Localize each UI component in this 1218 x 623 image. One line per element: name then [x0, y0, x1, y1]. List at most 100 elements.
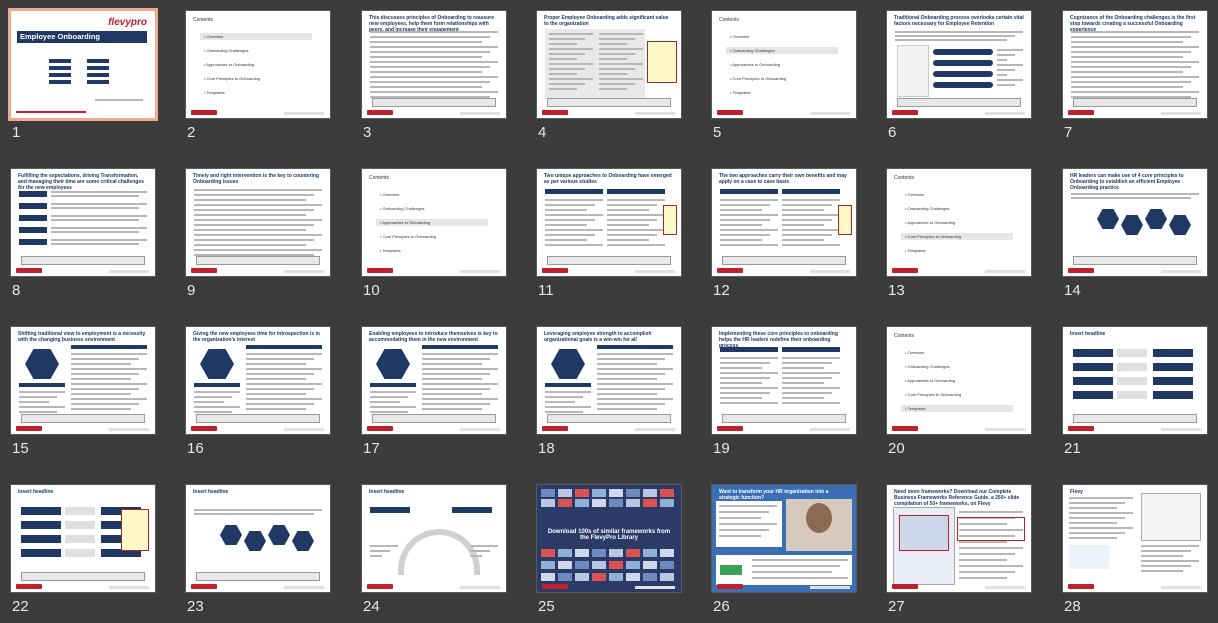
slide-thumbnail-11[interactable]: Two unique approaches to Onboarding have… — [526, 158, 701, 300]
agenda-item-label: • Templates — [204, 90, 225, 95]
agenda-item-label: • Templates — [380, 248, 401, 253]
flevypro-footer-logo — [717, 584, 743, 589]
agenda-item-label: • Overview — [204, 34, 224, 39]
slide-preview[interactable]: Want to transform your HR organization i… — [711, 484, 857, 593]
slide-number: 2 — [187, 124, 196, 141]
slide-preview[interactable]: Leveraging employee strength to accompli… — [536, 326, 682, 435]
slide-thumbnail-12[interactable]: The two approaches carry their own benef… — [701, 158, 876, 300]
slide-thumbnail-24[interactable]: Insert headline 24 — [351, 474, 526, 616]
slide-title: Contents — [719, 17, 740, 23]
slide-preview[interactable]: Shifting traditional view to employment … — [10, 326, 156, 435]
slide-thumbnail-25[interactable]: Download 100s of similar frameworks from… — [526, 474, 701, 616]
slide-thumbnail-17[interactable]: Enabling employees to introduce themselv… — [351, 316, 526, 458]
slide-number: 27 — [888, 598, 905, 615]
slide-thumbnail-1[interactable]: flevypro Employee Onboarding 1 — [0, 0, 175, 142]
slide-preview[interactable]: Giving the new employees time for intros… — [185, 326, 331, 435]
agenda-item-label: • Core Principles to Onboarding — [380, 234, 437, 239]
slide-preview[interactable]: Contents • Overview • Onboarding Challenge… — [886, 326, 1032, 435]
slide-thumbnail-6[interactable]: Traditional Onboarding process overlooks… — [876, 0, 1051, 142]
agenda-item-label: • Onboarding Challenges — [380, 206, 425, 211]
agenda-item-label: • Templates — [905, 406, 926, 411]
slide-preview[interactable]: Insert headline — [185, 484, 331, 593]
slide-preview[interactable]: Contents • Overview • Onboarding Challenge… — [185, 10, 331, 119]
slide-thumbnail-2[interactable]: Contents • Overview • Onboarding Challenge… — [175, 0, 350, 142]
slide-preview[interactable]: Traditional Onboarding process overlooks… — [886, 10, 1032, 119]
slide-preview[interactable]: Enabling employees to introduce themselv… — [361, 326, 507, 435]
slide-preview[interactable]: Two unique approaches to Onboarding have… — [536, 168, 682, 277]
slide-number: 7 — [1064, 124, 1073, 141]
slide-thumbnail-5[interactable]: Contents • Overview • Onboarding Challenge… — [701, 0, 876, 142]
slide-preview[interactable]: Flevy — [1062, 484, 1208, 593]
slide-thumbnail-10[interactable]: Contents • Overview • Onboarding Challenge… — [351, 158, 526, 300]
slide-thumbnail-15[interactable]: Shifting traditional view to employment … — [0, 316, 175, 458]
agenda-item-label: • Onboarding Challenges — [204, 48, 249, 53]
slide-preview[interactable]: Contents • Overview • Onboarding Challenge… — [361, 168, 507, 277]
slide-title: HR leaders can make use of 4 core princi… — [1070, 173, 1184, 191]
slide-number: 19 — [713, 440, 730, 457]
slide-preview[interactable]: Proper Employee Onboarding adds signific… — [536, 10, 682, 119]
slide-number: 20 — [888, 440, 905, 457]
slide-thumbnail-7[interactable]: Cognizance of the Onboarding challenges … — [1052, 0, 1218, 142]
slide-preview[interactable]: Implementing these core principles to on… — [711, 326, 857, 435]
slide-preview[interactable]: flevypro Employee Onboarding — [8, 8, 158, 121]
slide-title: Proper Employee Onboarding adds signific… — [544, 15, 669, 27]
slide-preview[interactable]: Insert headline — [361, 484, 507, 593]
slide-preview[interactable]: Timely and right intervention is the key… — [185, 168, 331, 277]
slide-preview[interactable]: HR leaders can make use of 4 core princi… — [1062, 168, 1208, 277]
slide-number: 1 — [12, 124, 21, 141]
flevypro-footer-logo — [1068, 584, 1094, 589]
slide-preview[interactable]: This discusses principles of Onboarding … — [361, 10, 507, 119]
principle-hex-icon — [1121, 215, 1143, 235]
flevypro-footer-logo — [16, 584, 42, 589]
slide-thumbnail-9[interactable]: Timely and right intervention is the key… — [175, 158, 350, 300]
slide-preview[interactable]: Download 100s of similar frameworks from… — [536, 484, 682, 593]
flevypro-footer-logo — [1068, 426, 1094, 431]
slide-thumbnail-20[interactable]: Contents • Overview • Onboarding Challenge… — [876, 316, 1051, 458]
slide-preview[interactable]: Insert headline — [1062, 326, 1208, 435]
slide-preview[interactable]: Contents • Overview • Onboarding Challenge… — [711, 10, 857, 119]
slide-preview[interactable]: Contents • Overview • Onboarding Challenge… — [886, 168, 1032, 277]
flevypro-footer-logo — [16, 268, 42, 273]
slide-thumbnail-18[interactable]: Leveraging employee strength to accompli… — [526, 316, 701, 458]
slide-thumbnail-8[interactable]: Fulfilling the expectations, driving Tra… — [0, 158, 175, 300]
flevypro-footer-logo — [191, 110, 217, 115]
slide-preview[interactable]: Cognizance of the Onboarding challenges … — [1062, 10, 1208, 119]
slide-thumbnail-13[interactable]: Contents • Overview • Onboarding Challenge… — [876, 158, 1051, 300]
slide-thumbnail-14[interactable]: HR leaders can make use of 4 core princi… — [1052, 158, 1218, 300]
slide-thumbnail-26[interactable]: Want to transform your HR organization i… — [701, 474, 876, 616]
slide-title: Fulfilling the expectations, driving Tra… — [18, 173, 144, 191]
slide-preview[interactable]: Need more frameworks? Download our Compl… — [886, 484, 1032, 593]
agenda-item-label: • Templates — [905, 248, 926, 253]
principle-hex-icon — [292, 531, 314, 551]
agenda-item-label: • Approaches to Onboarding — [380, 220, 431, 225]
agenda-item-label: • Core Principles to Onboarding — [730, 76, 787, 81]
slide-number: 16 — [187, 440, 204, 457]
slide-thumbnail-4[interactable]: Proper Employee Onboarding adds signific… — [526, 0, 701, 142]
slide-thumbnail-27[interactable]: Need more frameworks? Download our Compl… — [876, 474, 1051, 616]
slide-number: 22 — [12, 598, 29, 615]
slide-number: 8 — [12, 282, 21, 299]
slide-number: 15 — [12, 440, 29, 457]
flevypro-footer-logo — [892, 426, 918, 431]
flevypro-footer-logo — [1068, 268, 1094, 273]
agenda-item-label: • Core Principles to Onboarding — [905, 234, 962, 239]
slide-thumbnail-22[interactable]: Insert headline 22 — [0, 474, 175, 616]
slide-thumbnail-21[interactable]: Insert headline 21 — [1052, 316, 1218, 458]
slide-thumbnail-19[interactable]: Implementing these core principles to on… — [701, 316, 876, 458]
agenda-item-label: • Onboarding Challenges — [730, 48, 775, 53]
slide-preview[interactable]: Fulfilling the expectations, driving Tra… — [10, 168, 156, 277]
slide-thumbnail-23[interactable]: Insert headline 23 — [175, 474, 350, 616]
slide-title: Contents — [369, 175, 390, 181]
flevypro-footer-logo — [542, 268, 568, 273]
slide-number: 21 — [1064, 440, 1081, 457]
slide-preview[interactable]: The two approaches carry their own benef… — [711, 168, 857, 277]
slide-thumbnail-28[interactable]: Flevy 28 — [1052, 474, 1218, 616]
slide-thumbnail-16[interactable]: Giving the new employees time for intros… — [175, 316, 350, 458]
slide-title: Insert headline — [1070, 331, 1106, 337]
slide-title: Contents — [894, 333, 915, 339]
slide-preview[interactable]: Insert headline — [10, 484, 156, 593]
slide-thumbnail-3[interactable]: This discusses principles of Onboarding … — [351, 0, 526, 142]
slide-title: Insert headline — [369, 489, 405, 495]
slide-number: 14 — [1064, 282, 1081, 299]
agenda-item-label: • Overview — [730, 34, 750, 39]
